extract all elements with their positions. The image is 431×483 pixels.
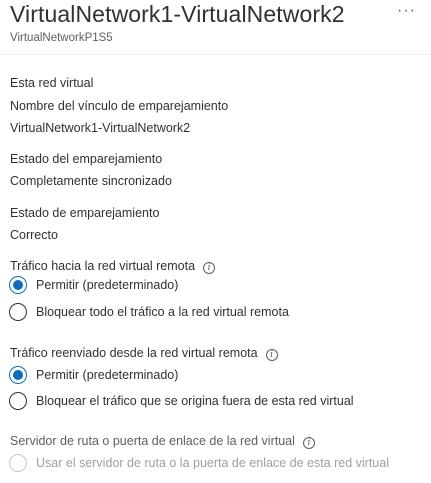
info-icon[interactable]: i [203,262,216,274]
gateway-label-row: Servidor de ruta o puerta de enlace de l… [10,434,315,449]
section-label: Esta red virtual [10,76,94,90]
gateway-label: Servidor de ruta o puerta de enlace de l… [10,434,295,448]
remote-traffic-block-radio[interactable]: Bloquear todo el tráfico a la red virtua… [9,303,289,321]
peering-name-value: VirtualNetwork1-VirtualNetwork2 [10,121,191,135]
info-icon[interactable]: i [302,437,315,449]
peering-state-value: Correcto [10,228,58,242]
remote-traffic-label-row: Tráfico hacia la red virtual remota i [10,259,216,274]
forwarded-traffic-allow-label: Permitir (predeterminado) [36,368,179,382]
forwarded-traffic-allow-radio[interactable]: Permitir (predeterminado) [9,366,178,384]
gateway-use-label: Usar el servidor de ruta o la puerta de … [36,456,389,470]
header-divider [0,54,431,55]
peering-status-label: Estado del emparejamiento [10,152,163,166]
more-options-icon[interactable]: ··· [397,2,416,20]
remote-traffic-label: Tráfico hacia la red virtual remota [10,259,196,273]
peering-state-label: Estado de emparejamiento [10,206,160,220]
radio-disabled-icon [9,454,27,472]
info-icon[interactable]: i [265,349,278,361]
forwarded-traffic-label-row: Tráfico reenviado desde la red virtual r… [10,346,278,361]
radio-unchecked-icon[interactable] [9,392,27,410]
gateway-use-radio: Usar el servidor de ruta o la puerta de … [9,454,389,472]
forwarded-traffic-label: Tráfico reenviado desde la red virtual r… [10,346,258,360]
page-subtitle: VirtualNetworkP1S5 [10,32,113,44]
radio-checked-icon[interactable] [9,366,27,384]
radio-unchecked-icon[interactable] [9,303,27,321]
peering-name-label: Nombre del vínculo de emparejamiento [10,99,229,113]
peering-status-value: Completamente sincronizado [10,174,172,188]
forwarded-traffic-block-label: Bloquear el tráfico que se origina fuera… [36,394,354,408]
forwarded-traffic-block-radio[interactable]: Bloquear el tráfico que se origina fuera… [9,392,354,410]
remote-traffic-allow-label: Permitir (predeterminado) [36,278,179,292]
radio-checked-icon[interactable] [9,276,27,294]
remote-traffic-allow-radio[interactable]: Permitir (predeterminado) [9,276,178,294]
remote-traffic-block-label: Bloquear todo el tráfico a la red virtua… [36,305,289,319]
page-title: VirtualNetwork1-VirtualNetwork2 [10,1,345,27]
